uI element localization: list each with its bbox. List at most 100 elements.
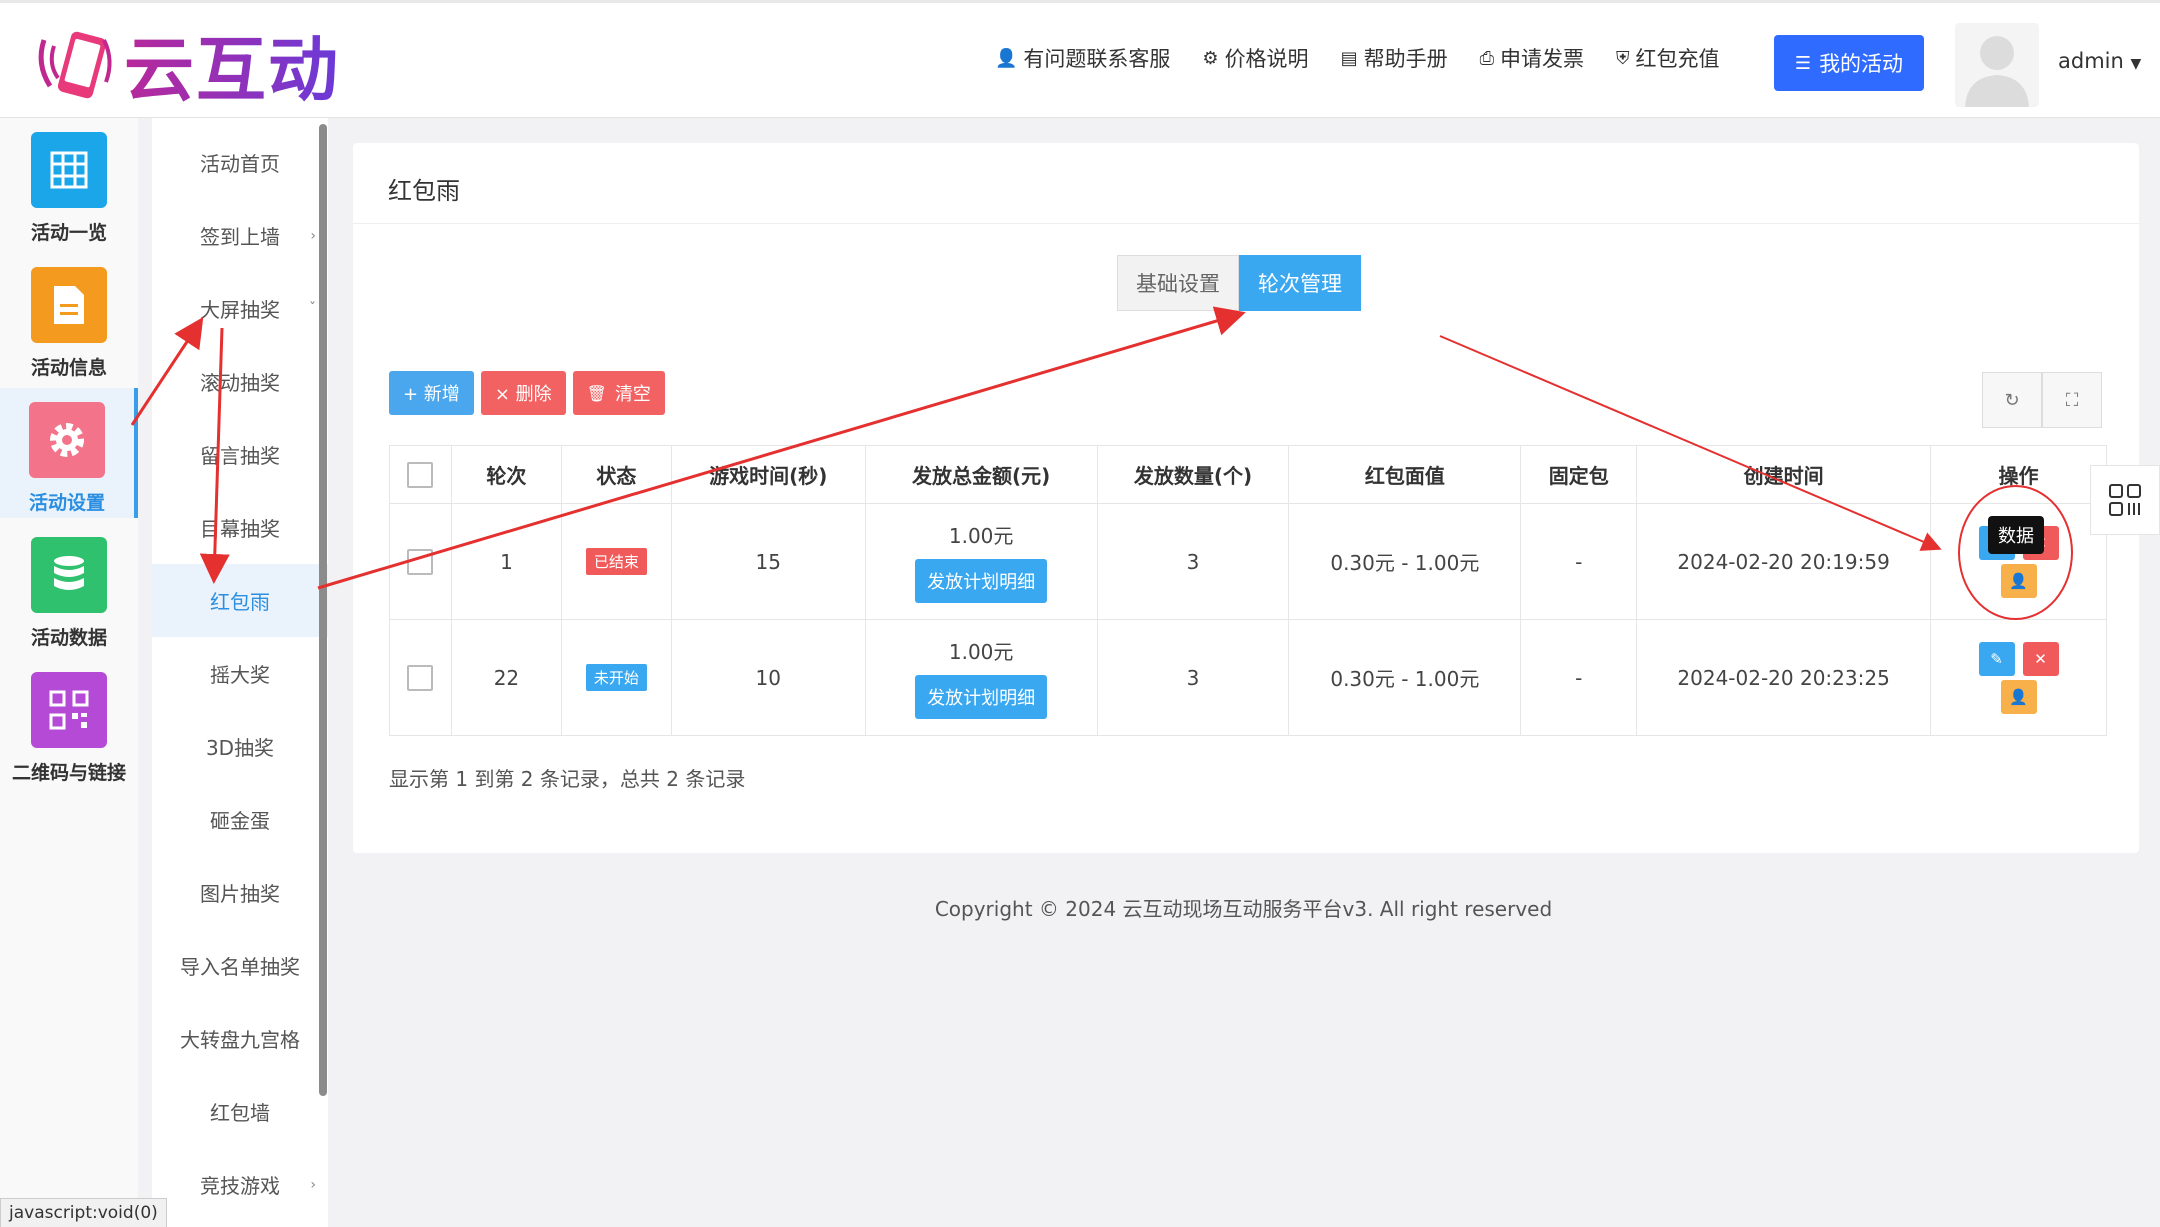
my-activity-button[interactable]: ☰ 我的活动 — [1774, 35, 1924, 91]
nav-label: 申请发票 — [1499, 47, 1584, 71]
submenu-item-golden-egg[interactable]: 砸金蛋 — [152, 783, 328, 856]
copyright: Copyright © 2024 云互动现场互动服务平台v3. All righ… — [934, 897, 1553, 921]
database-icon — [31, 537, 107, 613]
column-header[interactable]: 红包面值 — [1288, 445, 1522, 504]
user-menu[interactable]: admin ▼ — [2058, 49, 2141, 73]
submenu-item-home[interactable]: 活动首页 — [152, 126, 328, 199]
username: admin — [2058, 49, 2124, 73]
data-button[interactable]: 👤 — [2000, 679, 2037, 714]
round-cell: 22 — [450, 619, 562, 736]
nav-contact-support[interactable]: 👤 有问题联系客服 — [995, 43, 1170, 73]
column-header[interactable]: 状态 — [560, 445, 672, 504]
submenu-item-import-list-lottery[interactable]: 导入名单抽奖 — [152, 929, 328, 1002]
submenu-item-red-envelope-wall[interactable]: 红包墙 — [152, 1075, 328, 1148]
submenu-label: 大转盘九宫格 — [180, 1028, 300, 1052]
submenu-item-danmaku-lottery[interactable]: 目幕抽奖 — [152, 491, 328, 564]
select-cell — [389, 503, 452, 620]
floating-qrcode-icon[interactable] — [2090, 465, 2160, 535]
sidebar-label: 活动一览 — [30, 222, 107, 244]
column-header[interactable]: 轮次 — [450, 445, 562, 504]
submenu-item-3d-lottery[interactable]: 3D抽奖 — [152, 710, 328, 783]
time-cell: 15 — [670, 503, 866, 620]
clear-button[interactable]: 🗑 清空 — [572, 371, 665, 415]
divider — [353, 223, 2139, 224]
submenu-item-checkin-wall[interactable]: 签到上墙 › — [152, 199, 328, 272]
document-icon — [31, 267, 107, 343]
sidebar-item-activity-settings[interactable]: 活动设置 — [0, 388, 138, 518]
column-header[interactable]: 游戏时间(秒) — [670, 445, 866, 504]
time-cell: 10 — [670, 619, 866, 736]
submenu-item-competitive-games[interactable]: 竞技游戏 › — [152, 1148, 328, 1221]
submenu-label: 滚动抽奖 — [200, 371, 280, 395]
submenu-label: 红包雨 — [210, 590, 270, 614]
actions-cell: ✎✕ 👤 — [1930, 619, 2107, 736]
submenu-label: 签到上墙 — [200, 225, 280, 249]
top-bar: 云互动 👤 有问题联系客服 ⚙ 价格说明 ▤ 帮助手册 ⎙ 申请发票 ⛨ 红包充值 ☰ 我… — [0, 0, 2160, 118]
avatar[interactable] — [1955, 23, 2039, 107]
nav-label: 有问题联系客服 — [1023, 47, 1171, 71]
sidebar-item-qrcode-links[interactable]: 二维码与链接 — [0, 658, 138, 788]
pagination-info: 显示第 1 到第 2 条记录，总共 2 条记录 — [389, 767, 746, 791]
submenu-label: 留言抽奖 — [200, 444, 280, 468]
row-checkbox[interactable] — [407, 548, 434, 575]
submenu-label: 红包墙 — [210, 1101, 270, 1125]
count-cell: 3 — [1096, 503, 1290, 620]
nav-help-manual[interactable]: ▤ 帮助手册 — [1341, 43, 1448, 73]
amount-cell: 1.00元发放计划明细 — [864, 503, 1098, 620]
book-icon: ▤ — [1340, 47, 1358, 69]
clear-label: 清空 — [614, 384, 651, 405]
sidebar-label: 活动信息 — [30, 357, 107, 379]
plan-detail-button[interactable]: 发放计划明细 — [915, 675, 1048, 719]
column-header[interactable]: 固定包 — [1520, 445, 1638, 504]
submenu-item-red-envelope-rain[interactable]: 红包雨 — [152, 564, 328, 637]
amount-value: 1.00元 — [948, 524, 1014, 548]
created-cell: 2024-02-20 20:19:59 — [1636, 503, 1932, 620]
face-value-cell: 0.30元 - 1.00元 — [1288, 503, 1522, 620]
tab-round-management[interactable]: 轮次管理 — [1239, 255, 1361, 311]
nav-recharge[interactable]: ⛨ 红包充值 — [1616, 43, 1720, 73]
printer-icon: ⎙ — [1479, 47, 1494, 69]
chevron-right-icon: › — [310, 227, 316, 244]
amount-value: 1.00元 — [948, 640, 1014, 664]
icon-sidebar: 活动一览 活动信息 活动设置 活动数据 二维码与链接 — [0, 118, 138, 1227]
submenu-label: 导入名单抽奖 — [180, 955, 300, 979]
delete-button[interactable]: × 删除 — [480, 371, 566, 415]
rounds-table: 轮次 状态 游戏时间(秒) 发放总金额(元) 发放数量(个) 红包面值 固定包 … — [389, 445, 2107, 736]
logo[interactable]: 云互动 — [30, 19, 340, 111]
refresh-icon[interactable]: ↻ — [1982, 372, 2042, 428]
sidebar-label: 活动设置 — [28, 492, 105, 514]
list-icon: ☰ — [1794, 52, 1812, 74]
select-all-cell — [389, 445, 452, 504]
nav-invoice[interactable]: ⎙ 申请发票 — [1480, 43, 1584, 73]
column-header[interactable]: 发放数量(个) — [1096, 445, 1290, 504]
sidebar-item-activity-data[interactable]: 活动数据 — [0, 523, 138, 653]
plan-detail-button[interactable]: 发放计划明细 — [915, 559, 1048, 603]
submenu-item-message-lottery[interactable]: 留言抽奖 — [152, 418, 328, 491]
select-all-checkbox[interactable] — [407, 461, 434, 488]
submenu-item-bigscreen-lottery[interactable]: 大屏抽奖 ˇ — [152, 272, 328, 345]
column-header[interactable]: 创建时间 — [1636, 445, 1932, 504]
caret-down-icon: ▼ — [2130, 56, 2142, 72]
fullscreen-icon[interactable]: ⛶ — [2042, 372, 2102, 428]
edit-button[interactable]: ✎ — [1978, 641, 2015, 676]
row-checkbox[interactable] — [407, 664, 434, 691]
gear-icon — [29, 402, 105, 478]
submenu-label: 目幕抽奖 — [200, 517, 280, 541]
count-cell: 3 — [1096, 619, 1290, 736]
sidebar-item-activity-info[interactable]: 活动信息 — [0, 253, 138, 383]
sidebar-item-activity-list[interactable]: 活动一览 — [0, 118, 138, 248]
chevron-down-icon: ˇ — [309, 300, 316, 317]
face-value-cell: 0.30元 - 1.00元 — [1288, 619, 1522, 736]
submenu-label: 大屏抽奖 — [200, 298, 280, 322]
submenu-label: 砸金蛋 — [210, 809, 270, 833]
nav-pricing[interactable]: ⚙ 价格说明 — [1202, 43, 1308, 73]
add-button[interactable]: + 新增 — [389, 371, 474, 415]
submenu-item-scroll-lottery[interactable]: 滚动抽奖 — [152, 345, 328, 418]
submenu-item-shake[interactable]: 摇大奖 — [152, 637, 328, 710]
tab-basic-settings[interactable]: 基础设置 — [1117, 255, 1239, 311]
column-header[interactable]: 发放总金额(元) — [864, 445, 1098, 504]
delete-row-button[interactable]: ✕ — [2022, 641, 2059, 676]
submenu-item-wheel-grid[interactable]: 大转盘九宫格 — [152, 1002, 328, 1075]
submenu-scrollbar[interactable] — [319, 124, 327, 1096]
created-cell: 2024-02-20 20:23:25 — [1636, 619, 1932, 736]
